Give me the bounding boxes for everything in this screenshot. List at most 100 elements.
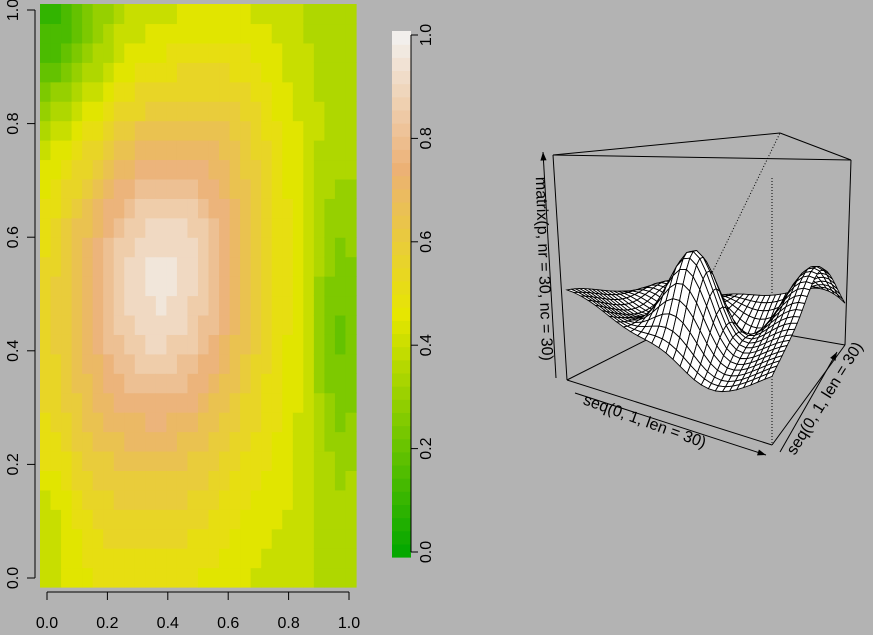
heatmap-cell — [40, 568, 51, 588]
figure: 0.00.20.40.60.81.00.00.20.40.60.81.0 0.0… — [0, 0, 873, 630]
heatmap-cell — [282, 198, 293, 218]
heatmap-cell — [324, 432, 335, 452]
heatmap-cell — [240, 490, 251, 510]
heatmap-cell — [251, 296, 262, 316]
heatmap-cell — [135, 62, 146, 82]
heatmap-cell — [166, 548, 177, 568]
heatmap-cell — [124, 82, 135, 102]
heatmap-cell — [166, 529, 177, 549]
heatmap-cell — [114, 296, 125, 316]
heatmap-cell — [324, 179, 335, 199]
heatmap-cell — [124, 315, 135, 335]
heatmap-cell — [345, 548, 356, 568]
heatmap-cell — [135, 334, 146, 354]
heatmap-cell — [103, 490, 114, 510]
heatmap-cell — [93, 509, 104, 529]
heatmap-cell — [240, 140, 251, 160]
heatmap-cell — [40, 257, 51, 277]
heatmap-cell — [209, 43, 220, 63]
heatmap-cell — [251, 548, 262, 568]
heatmap-cell — [124, 257, 135, 277]
heatmap-cell — [230, 218, 241, 238]
heatmap-cell — [272, 412, 283, 432]
heatmap-cell — [240, 296, 251, 316]
heatmap-cell — [103, 257, 114, 277]
persp-z-axis-label: matrix(p, nr = 30, nc = 30) — [532, 177, 555, 362]
heatmap-cell — [114, 315, 125, 335]
heatmap-cell — [61, 4, 72, 24]
heatmap-cell — [82, 23, 93, 43]
heatmap-cell — [293, 529, 304, 549]
colorbar-swatch — [392, 163, 411, 177]
heatmap-cell — [324, 529, 335, 549]
heatmap-cell — [114, 121, 125, 141]
colorbar-swatch — [392, 426, 411, 440]
heatmap-cell — [209, 548, 220, 568]
heatmap-cell — [198, 412, 209, 432]
heatmap-cell — [324, 198, 335, 218]
heatmap-cell — [177, 412, 188, 432]
heatmap-cell — [166, 43, 177, 63]
heatmap-cell — [272, 315, 283, 335]
heatmap-cell — [230, 470, 241, 490]
heatmap-cell — [335, 237, 346, 257]
heatmap-cell — [72, 218, 83, 238]
heatmap-cell — [345, 334, 356, 354]
colorbar-swatch — [392, 333, 411, 347]
heatmap-cell — [303, 490, 314, 510]
heatmap-cell — [40, 101, 51, 121]
box-edge — [780, 133, 851, 160]
heatmap-cell — [103, 451, 114, 471]
heatmap-cell — [135, 548, 146, 568]
heatmap-cell — [251, 354, 262, 374]
heatmap-cell — [303, 509, 314, 529]
heatmap-cell — [40, 198, 51, 218]
heatmap-cell — [261, 237, 272, 257]
heatmap-cell — [72, 62, 83, 82]
heatmap-cell — [40, 159, 51, 179]
heatmap-cell — [124, 509, 135, 529]
heatmap-cell — [282, 490, 293, 510]
heatmap-cell — [335, 509, 346, 529]
heatmap-cell — [40, 470, 51, 490]
heatmap-cell — [303, 354, 314, 374]
heatmap-cell — [177, 509, 188, 529]
heatmap-cell — [51, 296, 62, 316]
heatmap-cell — [230, 490, 241, 510]
heatmap-cell — [209, 276, 220, 296]
heatmap-cell — [51, 490, 62, 510]
heatmap-cell — [219, 490, 230, 510]
heatmap-cell — [209, 237, 220, 257]
heatmap-cell — [145, 43, 156, 63]
heatmap-cell — [251, 82, 262, 102]
heatmap-cell — [166, 179, 177, 199]
heatmap-cell — [282, 412, 293, 432]
heatmap-cell — [251, 4, 262, 24]
heatmap-cell — [230, 4, 241, 24]
heatmap-cell — [135, 470, 146, 490]
heatmap-cell — [293, 23, 304, 43]
heatmap-cell — [198, 62, 209, 82]
heatmap-cell — [187, 62, 198, 82]
heatmap-cell — [51, 159, 62, 179]
heatmap-cell — [72, 257, 83, 277]
heatmap-cell — [145, 257, 156, 277]
heatmap-cell — [166, 296, 177, 316]
heatmap-cell — [40, 43, 51, 63]
heatmap-cell — [61, 315, 72, 335]
heatmap-cell — [282, 121, 293, 141]
heatmap-cell — [209, 82, 220, 102]
heatmap-x-tick-label: 0.2 — [96, 615, 118, 630]
heatmap-cell — [177, 548, 188, 568]
heatmap-cell — [314, 451, 325, 471]
heatmap-cell — [219, 4, 230, 24]
heatmap-y-tick-label: 0.4 — [5, 340, 22, 362]
heatmap-cell — [198, 82, 209, 102]
heatmap-cell — [93, 121, 104, 141]
heatmap-cell — [272, 159, 283, 179]
heatmap-cell — [209, 334, 220, 354]
heatmap-cell — [177, 218, 188, 238]
heatmap-cell — [103, 529, 114, 549]
heatmap-cell — [272, 62, 283, 82]
heatmap-cell — [187, 509, 198, 529]
